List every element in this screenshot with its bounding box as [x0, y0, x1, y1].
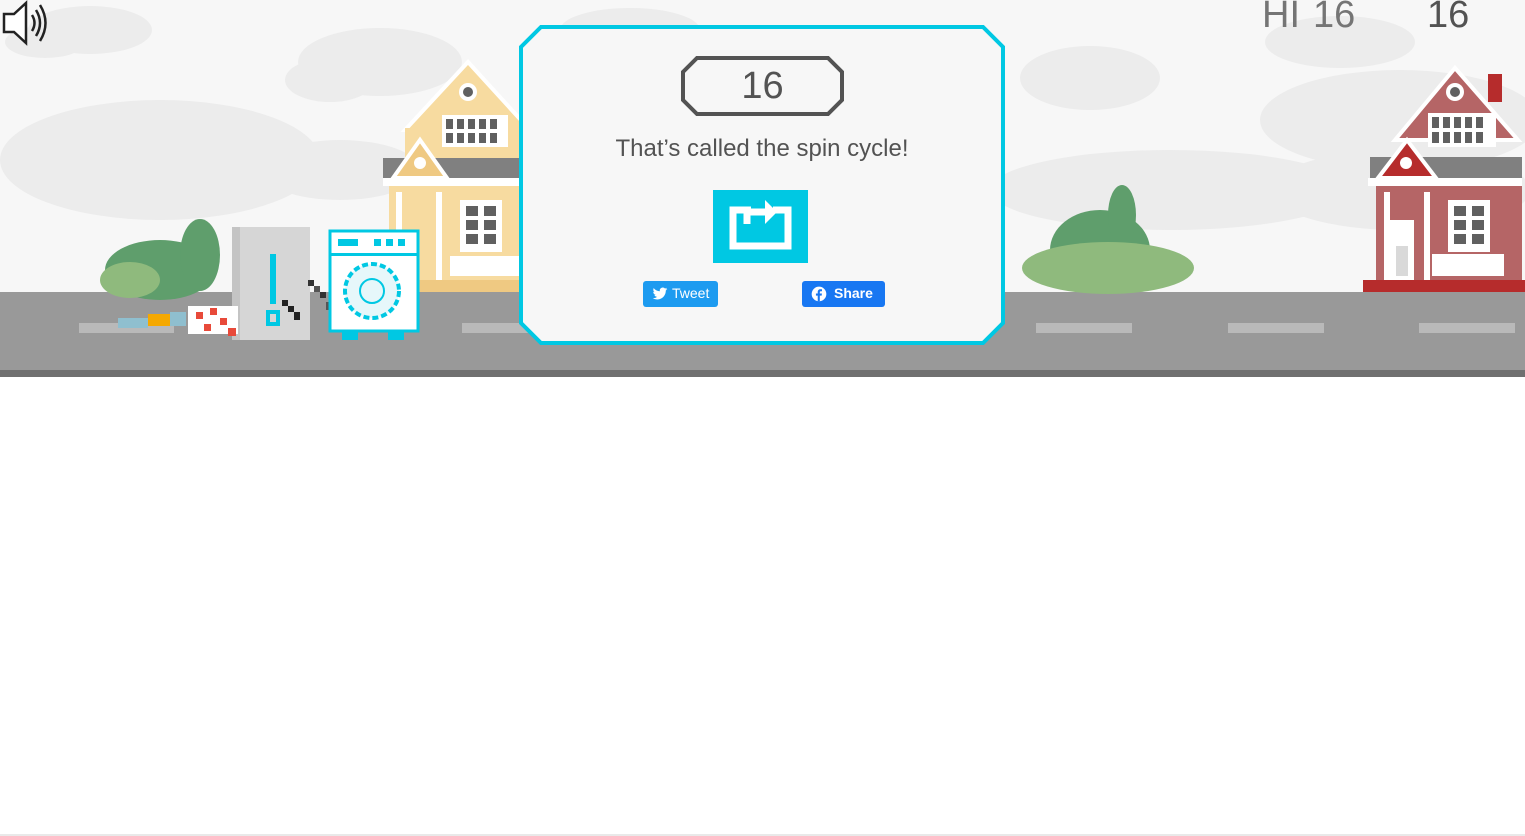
road-edge [0, 370, 1525, 377]
facebook-share-button[interactable]: Share [802, 281, 885, 307]
restart-button[interactable] [713, 190, 808, 263]
final-score-value: 16 [741, 65, 784, 107]
fridge [232, 227, 310, 340]
tweet-button[interactable]: Tweet [643, 281, 718, 307]
game-over-message: That’s called the spin cycle! [615, 135, 909, 162]
share-label: Share [834, 285, 873, 301]
current-score: 16 [1427, 0, 1470, 36]
game-over-dialog: 16 That’s called the spin cycle! Tweet S… [519, 25, 1005, 345]
twitter-bird-icon [652, 287, 668, 300]
final-score-box: 16 [681, 56, 844, 116]
game-canvas[interactable]: HI 16 16 16 That’s called the spin cycle… [0, 0, 1525, 377]
facebook-icon [811, 286, 827, 302]
high-score-label: HI [1262, 0, 1300, 36]
high-score-value: 16 [1313, 0, 1356, 36]
tweet-label: Tweet [672, 285, 710, 301]
restart-icon [729, 200, 792, 250]
bush-left [100, 219, 220, 300]
sound-toggle-button[interactable] [0, 0, 52, 46]
speaker-sound-on-icon [2, 0, 47, 46]
